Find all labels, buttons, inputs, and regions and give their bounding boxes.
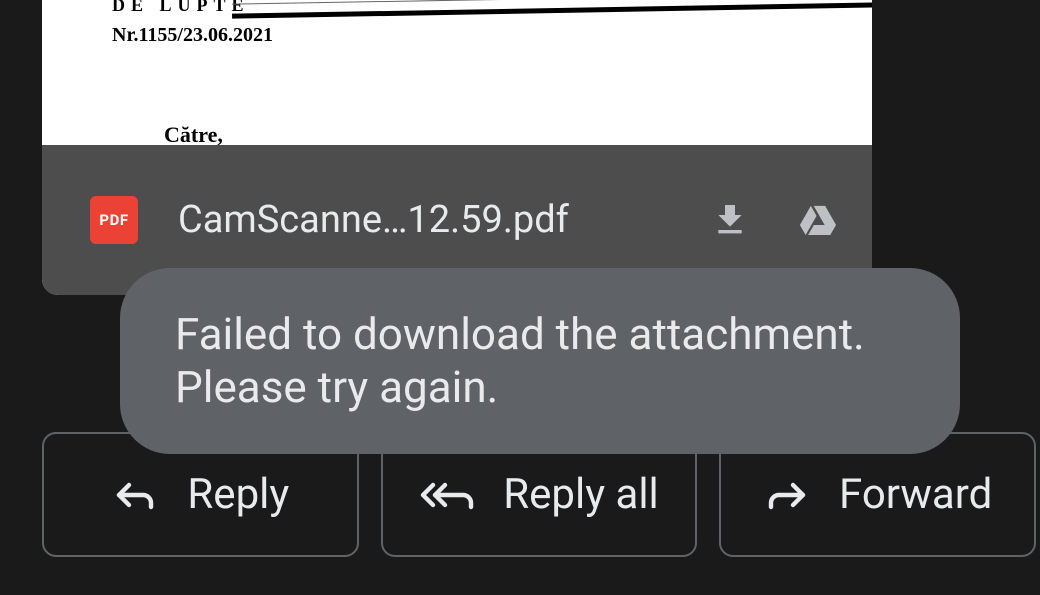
reply-label: Reply [187,470,289,519]
save-to-drive-button[interactable] [794,196,842,244]
preview-doc-salutation: Către, [164,122,223,145]
preview-doc-number: Nr.1155/23.06.2021 [112,24,273,47]
preview-divider [232,2,872,18]
reply-all-icon [419,471,475,519]
attachment-card[interactable]: DE LUPTE Nr.1155/23.06.2021 Către, PDF C… [42,0,872,295]
toast-message: Failed to download the attachment. Pleas… [175,308,905,414]
attachment-filename: CamScanne…12.59.pdf [178,198,666,242]
download-button[interactable] [706,196,754,244]
forward-icon [763,471,811,519]
attachment-preview[interactable]: DE LUPTE Nr.1155/23.06.2021 Către, [42,0,872,145]
preview-doc-text: DE LUPTE [112,0,250,16]
download-icon [710,200,750,240]
forward-label: Forward [839,470,992,519]
reply-icon [111,471,159,519]
pdf-icon: PDF [90,196,138,244]
drive-icon [796,200,840,240]
reply-all-label: Reply all [503,470,659,519]
error-toast: Failed to download the attachment. Pleas… [120,268,960,454]
